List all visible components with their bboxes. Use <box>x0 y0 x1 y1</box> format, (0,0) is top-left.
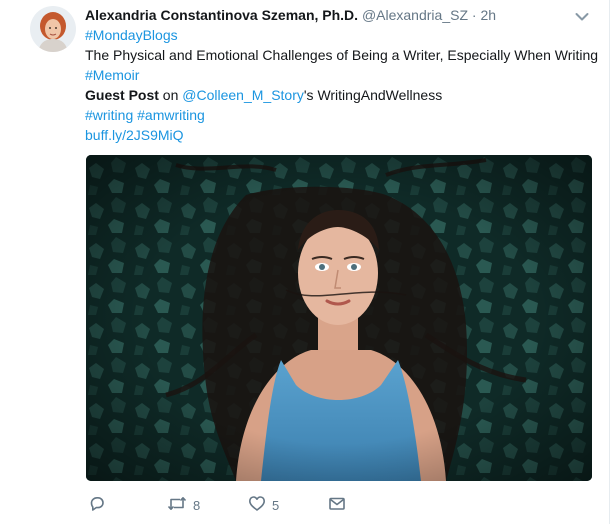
chevron-down-icon[interactable] <box>575 9 589 21</box>
author-name[interactable]: Alexandria Constantinova Szeman, Ph.D. <box>85 7 358 23</box>
reply-button[interactable] <box>88 494 111 516</box>
hashtag-writing[interactable]: #writing <box>85 107 133 123</box>
envelope-icon <box>328 495 346 515</box>
like-button[interactable]: 5 <box>248 494 279 516</box>
direct-message-button[interactable] <box>328 494 346 516</box>
hashtag-amwriting[interactable]: #amwriting <box>137 107 205 123</box>
tweet-card[interactable]: Alexandria Constantinova Szeman, Ph.D. @… <box>0 0 614 524</box>
retweet-count: 8 <box>193 497 201 513</box>
mention-link[interactable]: @Colleen_M_Story <box>182 87 304 103</box>
guest-post-label: Guest Post <box>85 87 159 103</box>
reply-icon <box>88 495 105 515</box>
tweet-text-title: The Physical and Emotional Challenges of… <box>85 47 599 63</box>
heart-icon <box>248 495 266 515</box>
hashtag-mondayblogs[interactable]: #MondayBlogs <box>85 25 178 45</box>
hashtag-memoir[interactable]: #Memoir <box>85 65 139 85</box>
like-count: 5 <box>272 497 280 513</box>
retweet-button[interactable]: 8 <box>167 494 200 516</box>
mention-suffix: 's WritingAndWellness <box>303 87 443 103</box>
tweet-actions: 8 5 <box>85 494 415 516</box>
shortened-link[interactable]: buff.ly/2JS9MiQ <box>85 125 184 145</box>
author-handle[interactable]: @Alexandria_SZ <box>362 7 468 23</box>
avatar[interactable] <box>30 6 76 52</box>
tweet-hashtags-line: #writing #amwriting <box>85 105 205 125</box>
retweet-icon <box>167 495 187 515</box>
separator-dot: · <box>471 7 477 23</box>
tweet-media-image[interactable] <box>86 155 592 481</box>
tweet-header: Alexandria Constantinova Szeman, Ph.D. @… <box>85 5 496 25</box>
divider <box>609 0 610 524</box>
tweet-timestamp[interactable]: 2h <box>480 7 496 23</box>
tweet-text-guest-line: Guest Post on @Colleen_M_Story's Writing… <box>85 85 442 105</box>
on-text: on <box>158 87 183 103</box>
